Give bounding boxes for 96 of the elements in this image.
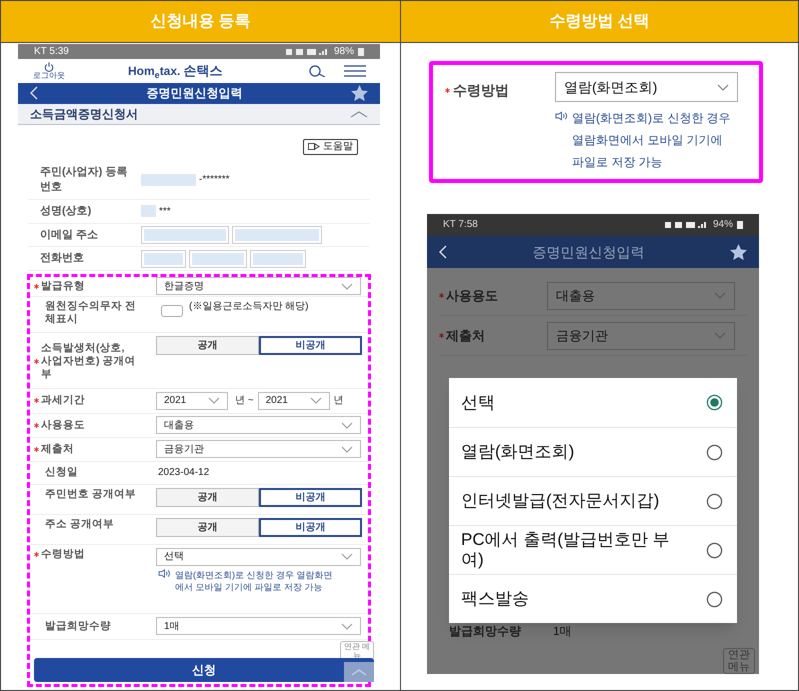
section-title: 소득금액증명신청서: [30, 106, 139, 124]
chevron-down-icon: [341, 282, 353, 290]
toggle-button[interactable]: 비공개: [259, 518, 362, 537]
select-field[interactable]: 2021: [258, 392, 330, 410]
hint-text: 열람(화면조회)로 신청한 경우 열람화면에서 모바일 기기에 파일로 저장 가능: [572, 110, 732, 171]
toggle-button[interactable]: 공개: [156, 336, 259, 355]
select-field[interactable]: 열람(화면조회): [555, 72, 738, 102]
field-label: 주민번호 공개여부: [44, 488, 137, 501]
unit-label: 년 ~: [235, 394, 254, 408]
help-button[interactable]: 도움말: [303, 138, 358, 155]
section-header[interactable]: 소득금액증명신청서: [18, 104, 380, 126]
toggle-button[interactable]: 비공개: [259, 336, 362, 355]
battery-level: 94%: [712, 218, 733, 232]
hometax-logo: Hom$_{e}$tax. 손택스: [128, 64, 222, 78]
checkbox[interactable]: [161, 304, 183, 317]
hint-text: 열람(화면조회)로 신청한 경우 열람화면에서 모바일 기기에 파일로 저장 가능: [175, 568, 334, 593]
field-value: 1매: [553, 624, 572, 637]
dialog-option[interactable]: PC에서 출력(발급번호만 부여): [449, 525, 737, 574]
dialog-option[interactable]: 팩스발송: [449, 574, 737, 624]
status-icons-drawing: [286, 48, 330, 56]
power-icon: [44, 62, 54, 72]
chevron-down-icon: [208, 397, 220, 404]
status-icons-drawing: [664, 220, 709, 229]
select-field[interactable]: 대출용: [156, 416, 361, 434]
speaker-icon: [158, 568, 171, 578]
field-label: 제출처: [446, 327, 485, 346]
chevron-down-icon: [341, 422, 353, 429]
toggle-button[interactable]: 비공개: [259, 488, 362, 507]
masked-value: ***: [159, 204, 171, 219]
menu-icon[interactable]: [344, 64, 366, 77]
input-field[interactable]: [141, 250, 186, 268]
dialog-option[interactable]: 인터넷발급(전자문서지갑): [449, 476, 737, 526]
field-label: 수령방법: [453, 81, 509, 100]
field-label: 발급희망수량: [44, 620, 112, 633]
toggle-button[interactable]: 공개: [156, 488, 259, 507]
field-label: 제출처: [41, 442, 75, 456]
select-field[interactable]: 금융기관: [156, 440, 361, 458]
input-field[interactable]: [141, 226, 229, 244]
field-label: 발급희망수량: [449, 624, 522, 637]
field-label: 사용용도: [41, 418, 86, 432]
checkbox-note: (※일용근로소득자만 해당): [189, 300, 308, 313]
star-icon[interactable]: [351, 85, 368, 102]
field-label: 과세기간: [41, 394, 86, 408]
field-label: 주소 공개여부: [44, 518, 115, 531]
field-label: 발급유형: [41, 280, 86, 293]
field-label: 전화번호: [39, 251, 85, 266]
field-label: 소득발생처(상호, 사업자번호) 공개여부: [41, 342, 136, 382]
dialog-option[interactable]: 선택: [449, 378, 737, 428]
select-field[interactable]: 2021: [156, 392, 228, 410]
chevron-down-icon: [341, 622, 353, 630]
status-time: KT 5:39: [34, 45, 69, 59]
chevron-down-icon: [717, 84, 729, 90]
page-title: 증명민원신청입력: [532, 242, 646, 262]
scroll-top-icon[interactable]: [344, 662, 374, 682]
redaction-block: [141, 205, 156, 218]
search-icon[interactable]: [308, 64, 326, 77]
select-field[interactable]: 선택: [156, 548, 361, 566]
status-time: KT 7:58: [443, 218, 478, 232]
select-field[interactable]: 금융기관: [547, 322, 735, 350]
battery-icon: [737, 220, 743, 230]
back-icon[interactable]: [30, 86, 38, 100]
toggle-button[interactable]: 공개: [156, 518, 259, 537]
input-field[interactable]: [250, 250, 306, 268]
chevron-down-icon: [714, 292, 726, 300]
speaker-icon: [308, 143, 320, 150]
select-field[interactable]: 한글증명: [156, 277, 361, 296]
select-field[interactable]: 대출용: [547, 282, 735, 310]
field-label: 성명(상호): [39, 204, 92, 219]
chevron-down-icon: [341, 553, 353, 560]
masked-value: -*******: [199, 173, 230, 188]
star-icon[interactable]: [730, 244, 747, 260]
chevron-down-icon: [714, 332, 726, 340]
speaker-icon: [555, 111, 568, 121]
logout-button[interactable]: 로그아웃: [32, 62, 66, 80]
column-header: 신청내용 등록: [150, 12, 251, 32]
field-value: 2023-04-12: [157, 466, 210, 480]
submit-button[interactable]: 신청: [34, 658, 374, 682]
battery-level: 98%: [334, 45, 354, 59]
chevron-down-icon: [310, 397, 322, 404]
page-title: 증명민원신청입력: [146, 85, 244, 102]
field-label: 수령방법: [41, 548, 86, 561]
field-label: 이메일 주소: [39, 228, 100, 243]
input-field[interactable]: [189, 250, 247, 268]
back-icon[interactable]: [439, 245, 447, 260]
battery-icon: [358, 47, 364, 56]
input-field[interactable]: [232, 226, 322, 244]
field-label: 신청일: [44, 466, 79, 480]
column-header: 수령방법 선택: [549, 12, 650, 32]
field-label: 주민(사업자) 등록번호: [39, 164, 128, 195]
unit-label: 년: [334, 394, 344, 408]
redaction-block: [141, 174, 196, 186]
field-label: 사용용도: [446, 287, 498, 306]
chevron-down-icon: [341, 446, 353, 453]
field-label: 원천징수의무자 전체표시: [44, 300, 137, 326]
dialog-option[interactable]: 열람(화면조회): [449, 427, 737, 476]
select-field[interactable]: 1매: [156, 617, 361, 636]
